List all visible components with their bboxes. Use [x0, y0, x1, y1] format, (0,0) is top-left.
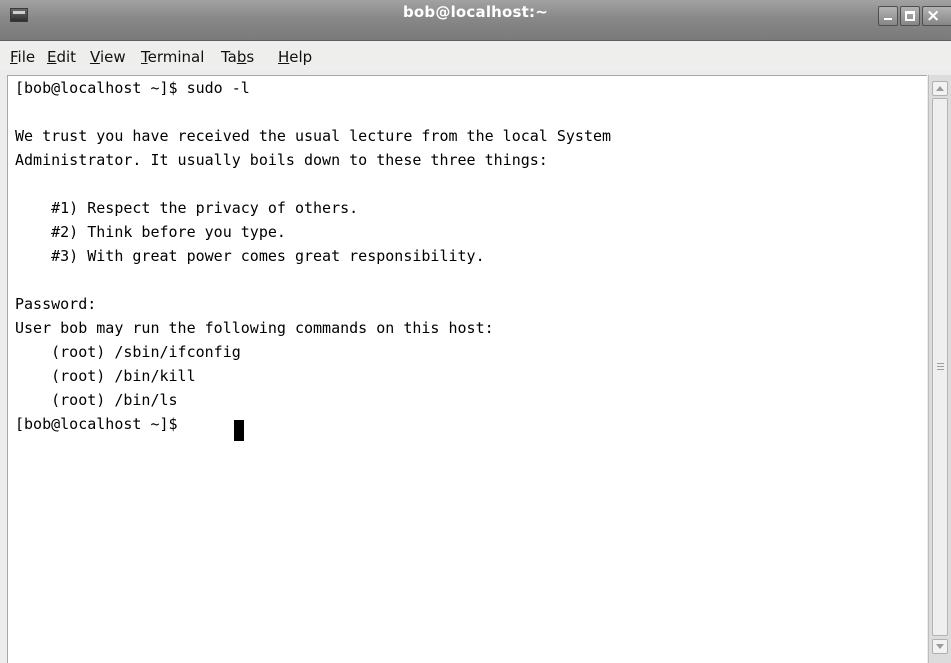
scroll-thumb[interactable] — [932, 98, 948, 636]
close-button[interactable]: × — [922, 6, 951, 26]
terminal-output[interactable]: [bob@localhost ~]$ sudo -l We trust you … — [7, 75, 927, 663]
arrow-up-icon — [936, 86, 944, 91]
menu-file[interactable]: File — [10, 48, 35, 66]
terminal-line: (root) /sbin/ifconfig — [15, 343, 241, 361]
grip-icon — [937, 369, 944, 370]
title-bar[interactable]: bob@localhost:~ × — [0, 0, 951, 41]
terminal-line: #2) Think before you type. — [15, 223, 286, 241]
terminal-line: #3) With great power comes great respons… — [15, 247, 485, 265]
menu-tabs[interactable]: Tabs — [221, 48, 254, 66]
grip-icon — [937, 363, 944, 364]
terminal-line: Password: — [15, 295, 97, 313]
close-icon: × — [926, 6, 941, 26]
terminal-prompt-line: [bob@localhost ~]$ — [15, 415, 187, 433]
grip-icon — [937, 366, 944, 367]
menu-edit[interactable]: Edit — [47, 48, 76, 66]
menu-view[interactable]: View — [90, 48, 126, 66]
terminal-line: (root) /bin/ls — [15, 391, 178, 409]
maximize-button[interactable] — [900, 6, 920, 26]
vertical-scrollbar[interactable] — [928, 75, 951, 663]
scroll-down-button[interactable] — [932, 639, 948, 654]
minimize-button[interactable] — [878, 6, 898, 26]
window-title: bob@localhost:~ — [402, 3, 549, 21]
terminal-line: #1) Respect the privacy of others. — [15, 199, 359, 217]
minimize-icon — [884, 18, 892, 20]
terminal-line: Administrator. It usually boils down to … — [15, 151, 548, 169]
menu-bar: File Edit View Terminal Tabs Help — [0, 41, 951, 70]
terminal-window: bob@localhost:~ × File Edit View Termina… — [0, 0, 951, 663]
text-cursor — [234, 420, 244, 441]
terminal-line: [bob@localhost ~]$ sudo -l — [15, 79, 250, 97]
terminal-line: (root) /bin/kill — [15, 367, 196, 385]
menu-help[interactable]: Help — [278, 48, 312, 66]
maximize-icon — [905, 11, 915, 21]
arrow-down-icon — [936, 644, 944, 649]
terminal-line: User bob may run the following commands … — [15, 319, 494, 337]
scroll-up-button[interactable] — [932, 81, 948, 96]
terminal-line: We trust you have received the usual lec… — [15, 127, 612, 145]
menu-terminal[interactable]: Terminal — [141, 48, 204, 66]
